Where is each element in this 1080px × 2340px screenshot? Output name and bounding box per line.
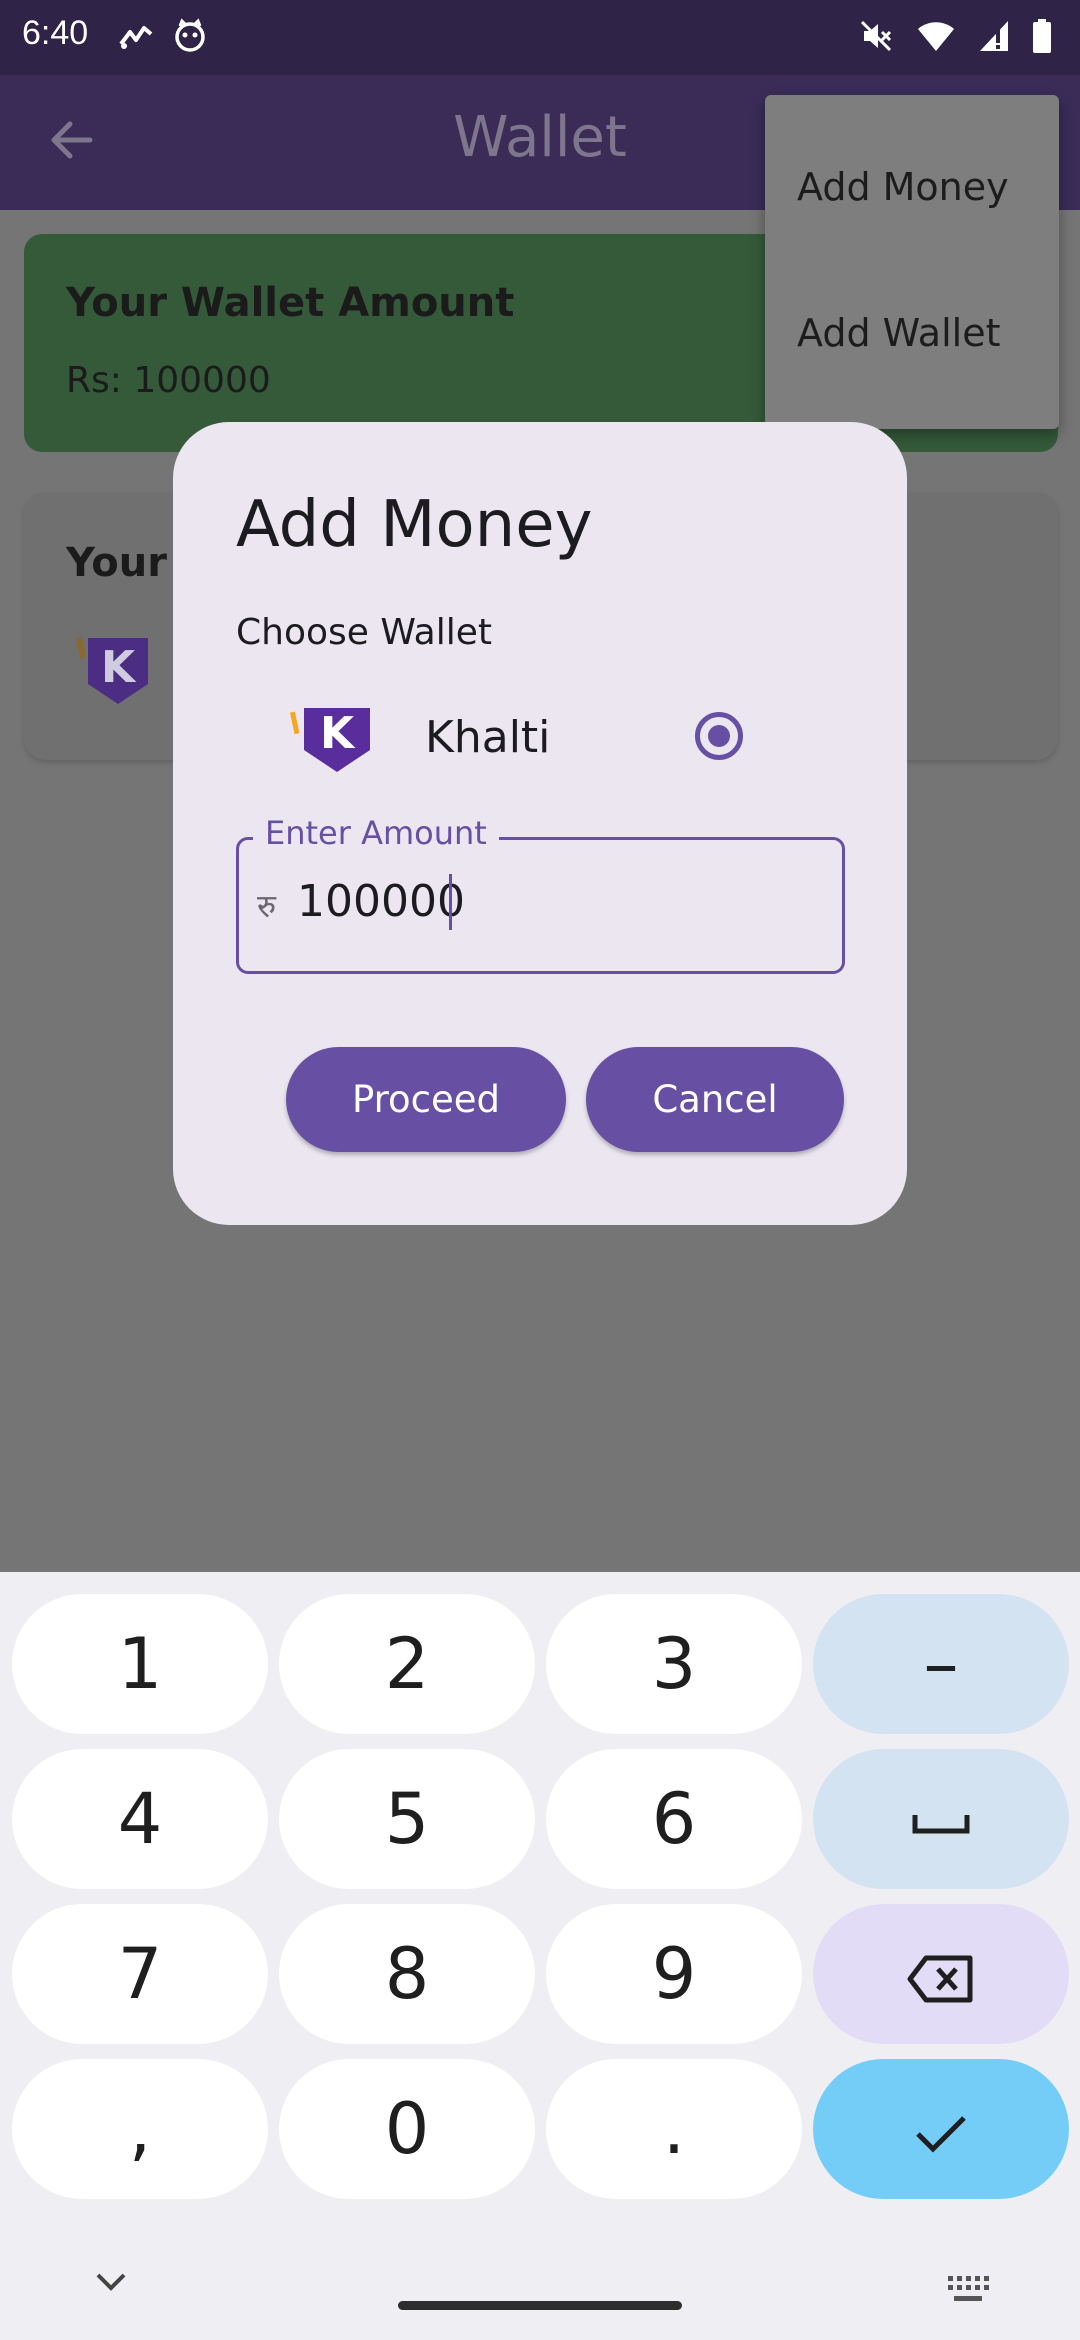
- currency-prefix: रु: [257, 887, 277, 925]
- wifi-icon: [918, 22, 954, 51]
- hide-keyboard-chevron-icon[interactable]: [95, 2272, 127, 2292]
- key-0[interactable]: 0: [279, 2059, 535, 2199]
- key-7[interactable]: 7: [12, 1904, 268, 2044]
- cat-face-icon: [175, 18, 205, 52]
- proceed-button[interactable]: Proceed: [286, 1047, 566, 1152]
- add-money-dialog: Add Money Choose Wallet K Khalti Enter A…: [173, 422, 907, 1225]
- home-indicator[interactable]: [398, 2301, 682, 2310]
- wallet-amount-title: Your Wallet Amount: [66, 280, 515, 326]
- status-time: 6:40: [22, 14, 89, 52]
- choose-wallet-label: Choose Wallet: [236, 612, 492, 653]
- key-enter[interactable]: [813, 2059, 1069, 2199]
- mute-icon: [860, 20, 892, 52]
- numeric-keyboard: 1 2 3 – 4 5 6 7 8 9 , 0 .: [0, 1572, 1080, 2340]
- your-wallets-title: Your: [66, 540, 167, 586]
- amount-input[interactable]: Enter Amount रु 100000: [236, 814, 845, 974]
- key-3[interactable]: 3: [546, 1594, 802, 1734]
- key-9[interactable]: 9: [546, 1904, 802, 2044]
- svg-text:K: K: [101, 642, 137, 693]
- key-backspace[interactable]: [813, 1904, 1069, 2044]
- signal-icon: [980, 21, 1008, 51]
- key-dash[interactable]: –: [813, 1594, 1069, 1734]
- menu-item-add-wallet[interactable]: Add Wallet: [797, 311, 1000, 355]
- space-bar-icon: [912, 1814, 970, 1834]
- key-8[interactable]: 8: [279, 1904, 535, 2044]
- cancel-button[interactable]: Cancel: [586, 1047, 844, 1152]
- key-4[interactable]: 4: [12, 1749, 268, 1889]
- amount-input-label: Enter Amount: [253, 814, 499, 852]
- text-cursor: [449, 874, 452, 930]
- key-1[interactable]: 1: [12, 1594, 268, 1734]
- battery-icon: [1033, 19, 1051, 53]
- radio-selected-dot: [708, 725, 730, 747]
- menu-item-add-money[interactable]: Add Money: [797, 165, 1009, 209]
- checkmark-icon: [916, 2116, 966, 2153]
- status-bar: 6:40: [0, 0, 1080, 75]
- key-space[interactable]: [813, 1749, 1069, 1889]
- khalti-radio-button[interactable]: [695, 712, 743, 760]
- overflow-menu: Add Money Add Wallet: [765, 95, 1059, 429]
- key-comma[interactable]: ,: [12, 2059, 268, 2199]
- key-6[interactable]: 6: [546, 1749, 802, 1889]
- khalti-logo-icon: K: [76, 637, 148, 704]
- key-2[interactable]: 2: [279, 1594, 535, 1734]
- wallet-option-khalti-label: Khalti: [425, 712, 551, 763]
- key-period[interactable]: .: [546, 2059, 802, 2199]
- backspace-icon: [907, 1955, 973, 2003]
- stocks-icon: [119, 26, 153, 49]
- keyboard-switch-icon[interactable]: [946, 2274, 990, 2304]
- svg-text:K: K: [320, 708, 356, 759]
- dialog-title: Add Money: [236, 488, 593, 562]
- wallet-amount-value: Rs: 100000: [66, 360, 271, 401]
- amount-input-value[interactable]: 100000: [297, 876, 465, 927]
- key-5[interactable]: 5: [279, 1749, 535, 1889]
- khalti-logo-icon: K: [290, 708, 370, 772]
